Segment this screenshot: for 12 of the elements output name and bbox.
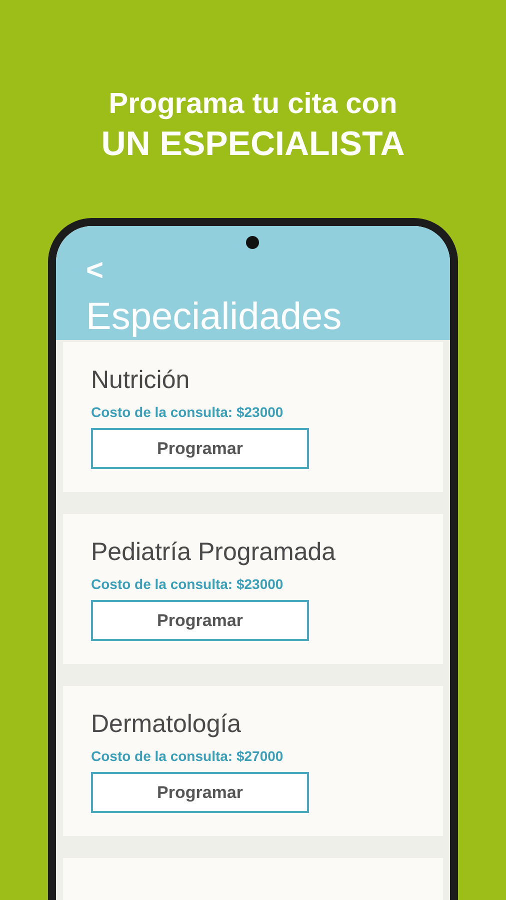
specialty-name: Nutrición (91, 365, 191, 396)
schedule-button[interactable]: Programar (91, 772, 309, 813)
consultation-cost: Costo de la consulta: $27000 (91, 748, 284, 764)
schedule-button[interactable]: Programar (91, 428, 309, 469)
schedule-button[interactable]: Programar (91, 600, 309, 641)
headline: Programa tu cita con (108, 87, 398, 122)
headline: UN ESPECIALISTA (101, 124, 405, 165)
screen-title: Especialidades (86, 295, 343, 340)
specialty-name: Pediatría Programada (91, 537, 337, 568)
specialty-name: Dermatología (91, 709, 242, 740)
consultation-cost: Costo de la consulta: $23000 (91, 576, 284, 592)
consultation-cost: Costo de la consulta: $23000 (91, 404, 284, 420)
